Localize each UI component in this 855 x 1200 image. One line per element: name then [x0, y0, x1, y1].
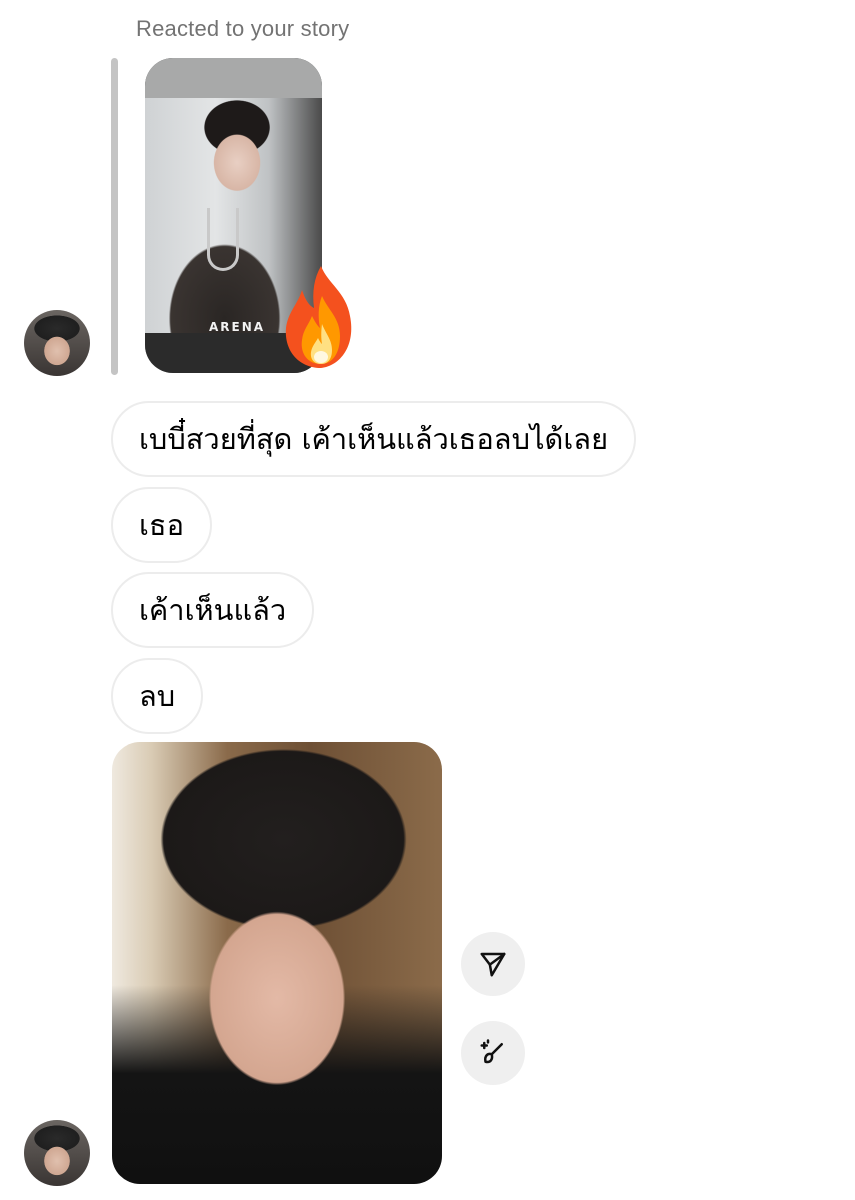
sender-avatar[interactable] [24, 310, 90, 376]
story-thumbnail-top-band [145, 58, 322, 98]
message-bubble[interactable]: เธอ [111, 487, 213, 563]
story-thumbnail-chain [207, 208, 239, 271]
paper-plane-icon [480, 952, 506, 977]
magic-brush-icon [480, 1039, 503, 1064]
reacted-to-story-label: Reacted to your story [136, 16, 350, 41]
sender-avatar[interactable] [24, 1120, 90, 1186]
ai-edit-button[interactable] [461, 1021, 525, 1085]
message-bubble[interactable]: ลบ [111, 658, 204, 734]
story-brand-watermark: ARENA [209, 320, 266, 334]
fire-emoji [285, 266, 352, 368]
story-reply-bar [111, 58, 118, 375]
message-bubble[interactable]: เบบี๋สวยที่สุด เค้าเห็นแล้วเธอลบได้เลย [111, 401, 637, 477]
share-button[interactable] [461, 932, 525, 996]
photo-message[interactable] [112, 742, 442, 1184]
message-bubble[interactable]: เค้าเห็นแล้ว [111, 572, 315, 648]
